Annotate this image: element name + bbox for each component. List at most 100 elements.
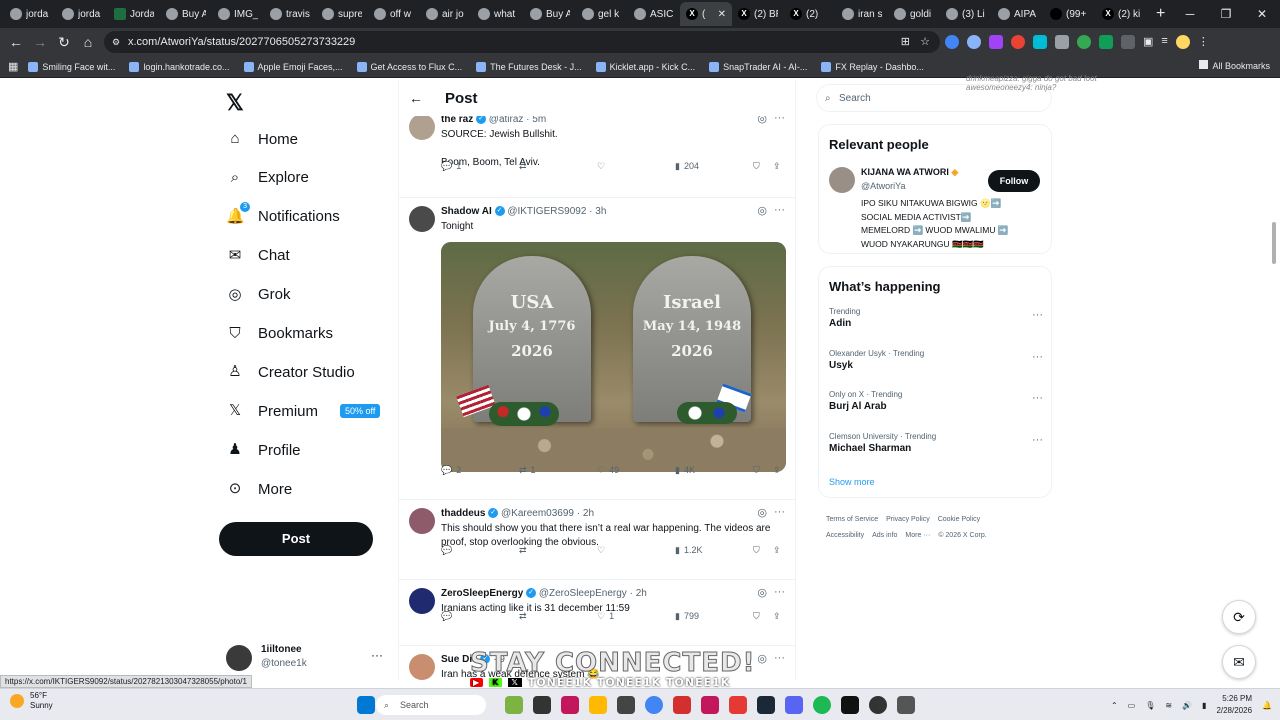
views-button[interactable]: ▮ 799: [675, 611, 699, 622]
browser-tab[interactable]: off w: [368, 2, 420, 26]
tweet-author-name[interactable]: thaddeus: [441, 508, 485, 519]
reply-button[interactable]: 💬 1: [441, 161, 461, 172]
trend-item[interactable]: Clemson University · Trending Michael Sha…: [829, 432, 1043, 454]
nav-item-notifications[interactable]: 🔔 3 Notifications: [226, 201, 340, 226]
acrobat-icon[interactable]: [673, 696, 691, 714]
extension-icon[interactable]: [1099, 35, 1113, 49]
reply-button[interactable]: 💬: [441, 611, 456, 622]
tweet-avatar[interactable]: [409, 114, 435, 140]
grok-explain-icon[interactable]: ◎: [757, 204, 767, 217]
minimize-icon[interactable]: ─: [1172, 7, 1208, 21]
browser-tab[interactable]: IMG_: [212, 2, 264, 26]
show-more-link[interactable]: Show more: [829, 477, 875, 487]
tweet-author-name[interactable]: Shadow AI: [441, 206, 492, 217]
extension-icon[interactable]: [1011, 35, 1025, 49]
footer-link[interactable]: Ads info: [872, 532, 897, 539]
like-button[interactable]: ♡: [597, 161, 609, 172]
menu-lines-icon[interactable]: ≡: [1161, 35, 1167, 49]
nav-item-bookmarks[interactable]: ⛉ Bookmarks: [226, 325, 333, 343]
all-bookmarks-button[interactable]: All Bookmarks: [1199, 60, 1270, 71]
repost-button[interactable]: ⇄: [519, 611, 531, 622]
tweet-avatar[interactable]: [409, 206, 435, 232]
like-button[interactable]: ♡: [597, 545, 609, 556]
tweet-avatar[interactable]: [409, 508, 435, 534]
nav-item-chat[interactable]: ✉ Chat: [226, 247, 290, 265]
tweet[interactable]: Shadow AI ✓ @IKTIGERS9092 · 3h ◎ ··· Tonigh…: [399, 198, 795, 500]
browser-tab[interactable]: Buy A: [160, 2, 212, 26]
browser-tab[interactable]: iran s: [836, 2, 888, 26]
widgets-icon[interactable]: [505, 696, 523, 714]
bookmark-icon[interactable]: ⛉: [753, 611, 760, 622]
repost-button[interactable]: ⇄: [519, 161, 531, 172]
reply-button[interactable]: 💬: [441, 545, 456, 556]
windows-start-icon[interactable]: [357, 696, 375, 714]
nav-item-more[interactable]: ⊙ More: [226, 480, 292, 498]
bookmark-item[interactable]: Smiling Face wit...: [28, 61, 115, 72]
battery-icon[interactable]: ▮: [1202, 701, 1206, 710]
bookmark-item[interactable]: The Futures Desk - J...: [476, 61, 582, 72]
notification-bell-icon[interactable]: 🔔: [1262, 701, 1272, 710]
tweet-more-icon[interactable]: ···: [774, 204, 785, 216]
nav-item-premium[interactable]: 𝕏 Premium 50% off: [226, 402, 381, 420]
like-button[interactable]: ♡ 1: [597, 611, 614, 622]
person-name[interactable]: KIJANA WA ATWORI ◆: [861, 167, 958, 178]
browser-tab[interactable]: jorda: [56, 2, 108, 26]
restore-icon[interactable]: ❐: [1208, 7, 1244, 21]
tweet-author-name[interactable]: ZeroSleepEnergy: [441, 588, 523, 599]
bookmark-icon[interactable]: ⛉: [753, 161, 760, 172]
copilot-icon[interactable]: [561, 696, 579, 714]
views-button[interactable]: ▮ 4K: [675, 465, 695, 476]
nav-item-home[interactable]: ⌂ Home: [226, 130, 298, 148]
network-icon[interactable]: ▭: [1128, 701, 1136, 710]
bookmark-item[interactable]: SnapTrader AI - AI-...: [709, 61, 807, 72]
nav-item-explore[interactable]: ⌕ Explore: [226, 169, 309, 187]
bookmark-item[interactable]: Kicklet.app - Kick C...: [595, 61, 695, 72]
repost-button[interactable]: ⇄: [519, 545, 531, 556]
browser-tab[interactable]: AIPA: [992, 2, 1044, 26]
share-icon[interactable]: ⇪: [773, 611, 781, 622]
trend-more-icon[interactable]: ···: [1032, 351, 1043, 363]
profile-avatar[interactable]: [1175, 35, 1190, 49]
puzzle-icon[interactable]: [1121, 35, 1135, 49]
browser-tab[interactable]: jorda: [4, 2, 56, 26]
trend-more-icon[interactable]: ···: [1032, 309, 1043, 321]
follow-button[interactable]: Follow: [988, 170, 1040, 192]
grok-explain-icon[interactable]: ◎: [757, 652, 767, 665]
nav-item-creator-studio[interactable]: ♙ Creator Studio: [226, 363, 354, 381]
tweet-more-icon[interactable]: ···: [774, 652, 785, 664]
star-icon[interactable]: ☆: [920, 31, 930, 53]
extension-icon[interactable]: [945, 35, 959, 49]
tweet[interactable]: ZeroSleepEnergy ✓ @ZeroSleepEnergy · 2h ◎…: [399, 580, 795, 646]
grok-fab-icon[interactable]: ⟳: [1222, 600, 1256, 634]
nav-item-profile[interactable]: ♟ Profile: [226, 441, 300, 459]
chevron-up-icon[interactable]: ⌃: [1111, 701, 1118, 710]
x-logo-icon[interactable]: 𝕏: [226, 90, 244, 116]
browser-tab[interactable]: Jorda: [108, 2, 160, 26]
bookmark-item[interactable]: Apple Emoji Faces,...: [243, 61, 343, 72]
home-browser-icon[interactable]: ⌂: [76, 34, 100, 50]
url-input[interactable]: ⚙ x.com/AtworiYa/status/2027706505273733…: [104, 31, 940, 53]
browser-tab[interactable]: goldi: [888, 2, 940, 26]
grok-explain-icon[interactable]: ◎: [757, 586, 767, 599]
app-icon[interactable]: [729, 696, 747, 714]
spotify-icon[interactable]: [813, 696, 831, 714]
apps-grid-icon[interactable]: ▦: [8, 60, 18, 73]
reload-icon[interactable]: ↻: [52, 34, 76, 51]
browser-tab[interactable]: Buy A: [524, 2, 576, 26]
site-info-icon[interactable]: ⚙: [112, 31, 120, 53]
trend-item[interactable]: Trending Adin ···: [829, 307, 1043, 329]
views-button[interactable]: ▮ 1.2K: [675, 545, 702, 556]
account-switcher[interactable]: 1iiltonee @toneе1k ···: [226, 643, 386, 673]
tweet-image[interactable]: USA July 4, 1776 2026 Israel May 14, 1948 202…: [441, 242, 786, 472]
file-explorer-icon[interactable]: [589, 696, 607, 714]
views-button[interactable]: ▮ 204: [675, 161, 699, 172]
tweet-more-icon[interactable]: ···: [774, 586, 785, 598]
trend-more-icon[interactable]: ···: [1032, 392, 1043, 404]
bookmark-icon[interactable]: ⛉: [753, 465, 760, 476]
install-icon[interactable]: ⊞: [901, 31, 910, 53]
task-view-icon[interactable]: [533, 696, 551, 714]
trend-item[interactable]: Only on X · Trending Burj Al Arab ···: [829, 390, 1043, 412]
footer-link[interactable]: Cookie Policy: [938, 516, 980, 523]
discord-icon[interactable]: [785, 696, 803, 714]
app-icon[interactable]: [869, 696, 887, 714]
